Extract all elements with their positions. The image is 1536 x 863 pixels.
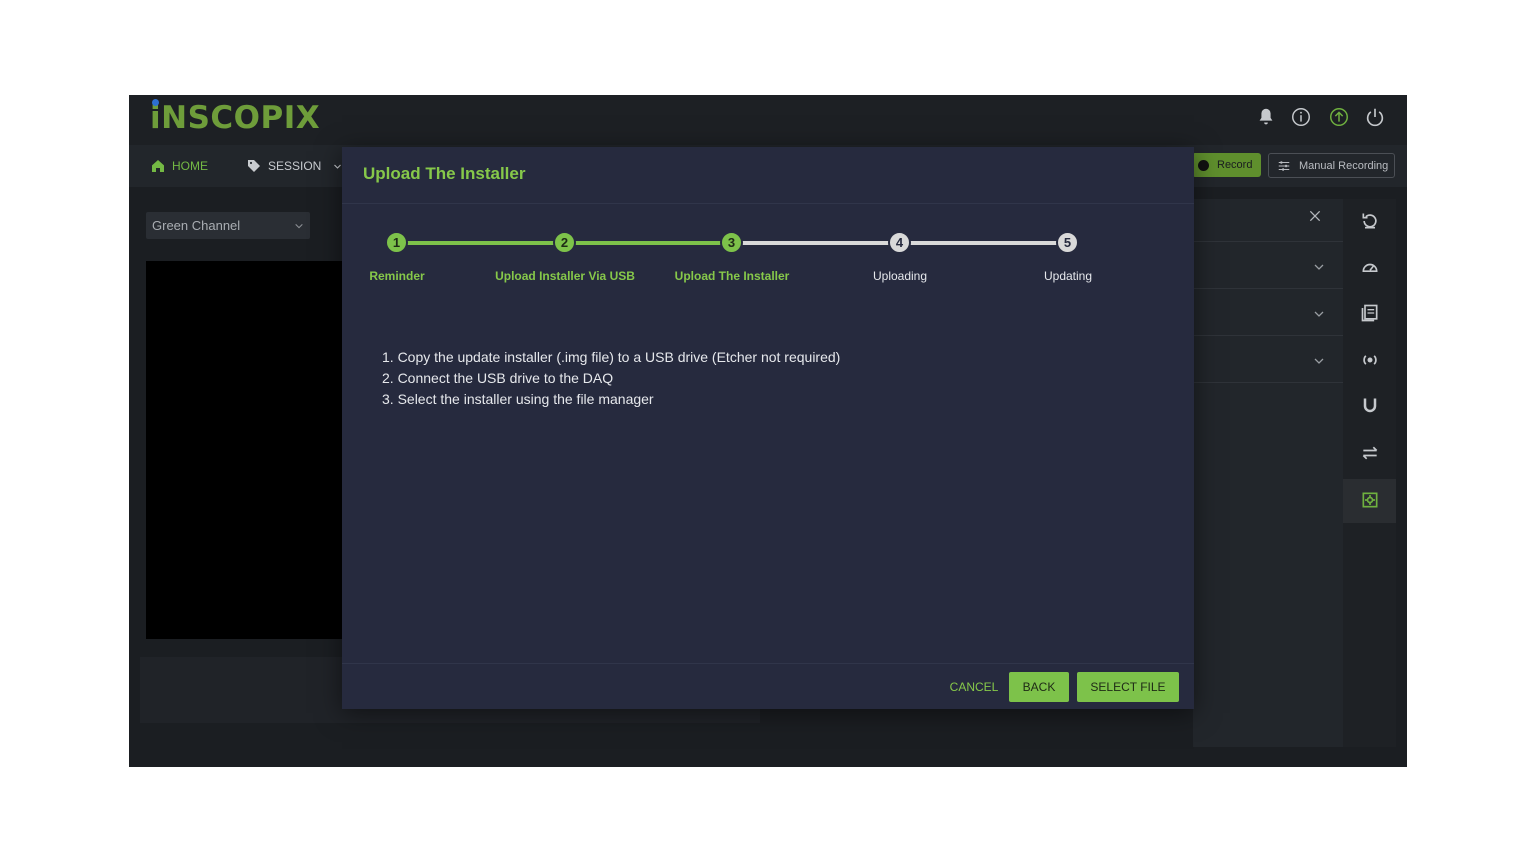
power-icon[interactable] xyxy=(1364,106,1386,128)
channel-select[interactable]: Green Channel xyxy=(146,212,310,239)
step-4-circle: 4 xyxy=(888,231,911,254)
nav-session-label: SESSION xyxy=(268,159,322,173)
channel-select-value: Green Channel xyxy=(152,218,241,233)
swap-icon[interactable] xyxy=(1360,443,1380,463)
info-icon[interactable] xyxy=(1290,106,1312,128)
step-3-label: Upload The Installer xyxy=(674,269,790,283)
broadcast-icon[interactable] xyxy=(1360,350,1380,370)
upload-installer-dialog: Upload The Installer 1 2 3 4 5 Reminder … xyxy=(342,147,1194,709)
record-button[interactable]: Record xyxy=(1192,153,1261,177)
select-file-button[interactable]: SELECT FILE xyxy=(1077,672,1179,702)
magnet-icon[interactable] xyxy=(1360,396,1380,416)
nav-session[interactable]: SESSION xyxy=(246,156,342,176)
settings-panel xyxy=(1193,199,1343,747)
dialog-title: Upload The Installer xyxy=(363,164,526,183)
panel-divider xyxy=(1193,241,1343,242)
chevron-down-icon[interactable] xyxy=(1313,308,1325,320)
step-3-circle: 3 xyxy=(720,231,743,254)
dialog-divider xyxy=(342,203,1194,204)
chevron-down-icon xyxy=(295,223,303,228)
bell-icon[interactable] xyxy=(1255,106,1277,128)
instruction-item: 3. Select the installer using the file m… xyxy=(382,391,654,407)
step-5-circle: 5 xyxy=(1056,231,1079,254)
step-connector xyxy=(565,241,732,245)
top-bar: iNSCOPIX xyxy=(129,95,1407,145)
logo-dot xyxy=(152,99,159,106)
inscopix-logo: iNSCOPIX xyxy=(150,100,321,136)
panel-divider xyxy=(1193,335,1343,336)
chevron-down-icon xyxy=(334,164,342,169)
tag-icon xyxy=(248,160,260,172)
reset-icon[interactable] xyxy=(1360,211,1380,231)
nav-home[interactable]: HOME xyxy=(150,156,208,176)
record-label: Record xyxy=(1217,159,1253,171)
right-toolbar xyxy=(1343,199,1396,747)
close-icon[interactable] xyxy=(1308,209,1322,223)
step-connector xyxy=(900,241,1068,245)
step-connector xyxy=(732,241,900,245)
step-2-circle: 2 xyxy=(553,231,576,254)
gauge-icon[interactable] xyxy=(1360,257,1380,277)
record-dot-icon xyxy=(1198,159,1209,171)
step-2-label: Upload Installer Via USB xyxy=(495,269,635,283)
manual-recording-label: Manual Recording xyxy=(1299,159,1389,172)
sliders-icon xyxy=(1278,160,1290,171)
video-preview xyxy=(146,261,346,639)
panel-divider xyxy=(1193,288,1343,289)
back-button[interactable]: BACK xyxy=(1009,672,1069,702)
manual-recording-button[interactable]: Manual Recording xyxy=(1268,153,1395,178)
step-1-label: Reminder xyxy=(369,269,425,283)
book-icon[interactable] xyxy=(1360,303,1380,323)
instruction-item: 2. Connect the USB drive to the DAQ xyxy=(382,370,614,386)
step-connector xyxy=(397,241,565,245)
instruction-list: 1. Copy the update installer (.img file)… xyxy=(382,347,840,410)
cancel-button[interactable]: CANCEL xyxy=(946,672,1002,702)
chevron-down-icon[interactable] xyxy=(1313,261,1325,273)
nav-home-label: HOME xyxy=(172,159,208,173)
panel-divider xyxy=(1193,382,1343,383)
step-4-label: Uploading xyxy=(872,269,928,283)
progress-stepper: 1 2 3 4 5 Reminder Upload Installer Via … xyxy=(342,227,1194,297)
upload-icon[interactable] xyxy=(1328,106,1350,128)
step-5-label: Updating xyxy=(1043,269,1093,283)
home-icon xyxy=(152,160,164,172)
step-1-circle: 1 xyxy=(385,231,408,254)
settings-icon[interactable] xyxy=(1360,490,1380,510)
dialog-divider xyxy=(342,663,1194,664)
instruction-item: 1. Copy the update installer (.img file)… xyxy=(382,349,841,365)
chevron-down-icon[interactable] xyxy=(1313,355,1325,367)
